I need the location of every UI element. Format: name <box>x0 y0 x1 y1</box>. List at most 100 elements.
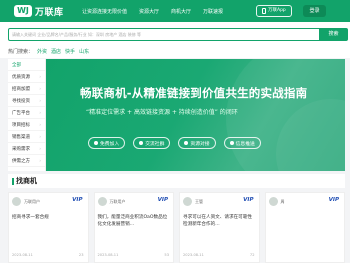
top-navigation-bar: WJ 万联库 让资源连接无限价值 资源大厅 商机大厅 万联速报 万联App 登录 <box>0 0 350 22</box>
site-logo[interactable]: WJ 万联库 <box>14 4 64 18</box>
banner-title: 畅联商机-从精准链接到价值共生的实战指南 <box>80 86 308 100</box>
search-input[interactable] <box>12 29 312 40</box>
check-icon <box>139 141 144 145</box>
check-icon <box>229 141 234 145</box>
category-label: 采购需求 <box>12 146 30 152</box>
chevron-right-icon: › <box>39 98 41 103</box>
pill-label: 资源对接 <box>190 141 210 147</box>
hero-banner[interactable]: 畅联商机-从精准链接到价值共生的实战指南 “精准定位需求 + 高效链接资源 + … <box>46 59 345 171</box>
opportunity-card[interactable]: 万联用户 VIP 我们，能量泛商业积流OaO数品位化文化发展营销… 2023-0… <box>93 192 174 263</box>
pill-label: 信息推送 <box>235 141 255 147</box>
search-section: 搜索 热门搜索： 外资 酒店 快手 山东 <box>0 22 350 58</box>
section-header: 找商机 <box>8 174 345 188</box>
category-item[interactable]: 寻找投资 › <box>8 95 45 107</box>
avatar <box>183 197 192 206</box>
card-description: 招商寻求一套合规 <box>12 215 49 220</box>
chevron-right-icon: › <box>39 110 41 115</box>
chevron-right-icon: › <box>39 134 41 139</box>
card-description: 我们，能量泛商业积流OaO数品位化文化发展营销… <box>97 215 168 227</box>
logo-mark: WJ <box>14 5 32 17</box>
chevron-right-icon: › <box>39 146 41 151</box>
section-marker-icon <box>12 177 14 185</box>
banner-features: 免费加入 交流社群 资源对接 信息推送 <box>88 137 261 149</box>
category-sidebar: 全部 优质资源 › 招商加盟 › 寻找投资 › 广告平台 › 项目招标 › 销售渠道 › 采… <box>8 59 46 171</box>
card-date: 2023-08-11 <box>12 253 33 257</box>
nav-news[interactable]: 万联速报 <box>203 8 223 15</box>
card-header: 周 <box>268 197 285 206</box>
pill-label: 交流社群 <box>145 141 165 147</box>
feature-pill: 交流社群 <box>133 137 171 149</box>
vip-badge: VIP <box>72 197 83 203</box>
category-label: 供需之方 <box>12 158 30 164</box>
category-item[interactable]: 采购需求 › <box>8 143 45 155</box>
hot-tag[interactable]: 快手 <box>65 48 75 55</box>
card-description: 寻求可以在人资文、请求在可靠性检测新年合作的… <box>183 215 252 227</box>
banner-subtitle: “精准定位需求 + 高效链接资源 + 持续创造价值” 的闭环 <box>86 109 238 116</box>
opportunity-card[interactable]: 万联用户 VIP 招商寻求一套合规 2023-08-11 23 <box>8 192 89 263</box>
card-footer: 2023-08-11 53 <box>98 253 170 257</box>
app-download-button[interactable]: 万联App <box>256 5 292 17</box>
nav-business-hall[interactable]: 商机大厅 <box>171 8 191 15</box>
avatar <box>268 197 278 206</box>
section-title-text: 找商机 <box>16 177 37 185</box>
hot-searches: 热门搜索： 外资 酒店 快手 山东 <box>8 48 89 55</box>
category-item[interactable]: 招商加盟 › <box>8 83 45 95</box>
chevron-right-icon: › <box>39 158 41 163</box>
card-footer: 2023-08-11 23 <box>12 253 84 257</box>
card-header: 万联用户 <box>12 197 40 206</box>
main-nav: 让资源连接无限价值 资源大厅 商机大厅 万联速报 <box>82 0 223 22</box>
vip-badge: VIP <box>157 197 168 203</box>
login-button[interactable]: 登录 <box>303 5 326 17</box>
category-item[interactable]: 销售渠道 › <box>8 131 45 143</box>
search-box: 搜索 <box>8 28 348 41</box>
logo-text: 万联库 <box>35 7 64 18</box>
hero-area: 全部 优质资源 › 招商加盟 › 寻找投资 › 广告平台 › 项目招标 › 销售渠道 › 采… <box>8 59 345 171</box>
hot-tag[interactable]: 山东 <box>79 48 89 55</box>
view-count: 72 <box>249 253 255 257</box>
card-date: 2023-08-11 <box>183 253 204 257</box>
category-item-all[interactable]: 全部 <box>8 59 45 71</box>
category-label: 优质资源 <box>12 74 30 80</box>
poster-name: 周 <box>280 198 285 204</box>
nav-resource-hall[interactable]: 资源大厅 <box>139 8 159 15</box>
app-button-label: 万联App <box>268 8 286 13</box>
poster-name: 王管 <box>195 198 203 204</box>
hot-tag[interactable]: 外资 <box>37 48 47 55</box>
search-button[interactable]: 搜索 <box>319 28 348 41</box>
section-title: 找商机 <box>12 176 37 186</box>
category-label: 项目招标 <box>12 122 30 128</box>
view-count: 23 <box>78 253 84 257</box>
vip-badge: VIP <box>328 197 339 203</box>
category-item[interactable]: 优质资源 › <box>8 71 45 83</box>
hot-search-label: 热门搜索： <box>8 49 34 55</box>
poster-name: 万联用户 <box>24 198 40 204</box>
opportunity-card[interactable]: 王管 VIP 寻求可以在人资文、请求在可靠性检测新年合作的… 2023-08-1… <box>179 192 260 263</box>
card-date: 2023-08-11 <box>97 253 119 257</box>
check-icon <box>184 141 189 145</box>
category-item[interactable]: 项目招标 › <box>8 119 45 131</box>
chevron-right-icon: › <box>39 74 41 79</box>
poster-name: 万联用户 <box>109 198 126 204</box>
phone-icon <box>262 8 266 14</box>
vip-badge: VIP <box>243 197 254 203</box>
avatar <box>97 197 107 206</box>
avatar <box>12 197 21 206</box>
chevron-right-icon: › <box>39 86 41 91</box>
opportunity-card[interactable]: 周 VIP <box>264 192 345 263</box>
card-header: 万联用户 <box>97 197 126 206</box>
pill-label: 免费加入 <box>100 141 120 147</box>
feature-pill: 资源对接 <box>178 137 216 149</box>
category-label: 招商加盟 <box>12 86 30 92</box>
category-item[interactable]: 广告平台 › <box>8 107 45 119</box>
category-label: 广告平台 <box>12 110 30 116</box>
view-count: 53 <box>164 253 169 257</box>
hot-tag[interactable]: 酒店 <box>51 48 61 55</box>
feature-pill: 免费加入 <box>88 137 126 149</box>
category-item[interactable]: 供需之方 › <box>8 155 45 167</box>
category-label: 全部 <box>12 62 21 68</box>
feature-pill: 信息推送 <box>223 137 261 149</box>
card-footer: 2023-08-11 72 <box>183 253 255 257</box>
category-label: 寻找投资 <box>12 98 30 104</box>
opportunity-list: 万联用户 VIP 招商寻求一套合规 2023-08-11 23 万联用户 VIP… <box>8 192 345 263</box>
card-header: 王管 <box>183 197 203 206</box>
